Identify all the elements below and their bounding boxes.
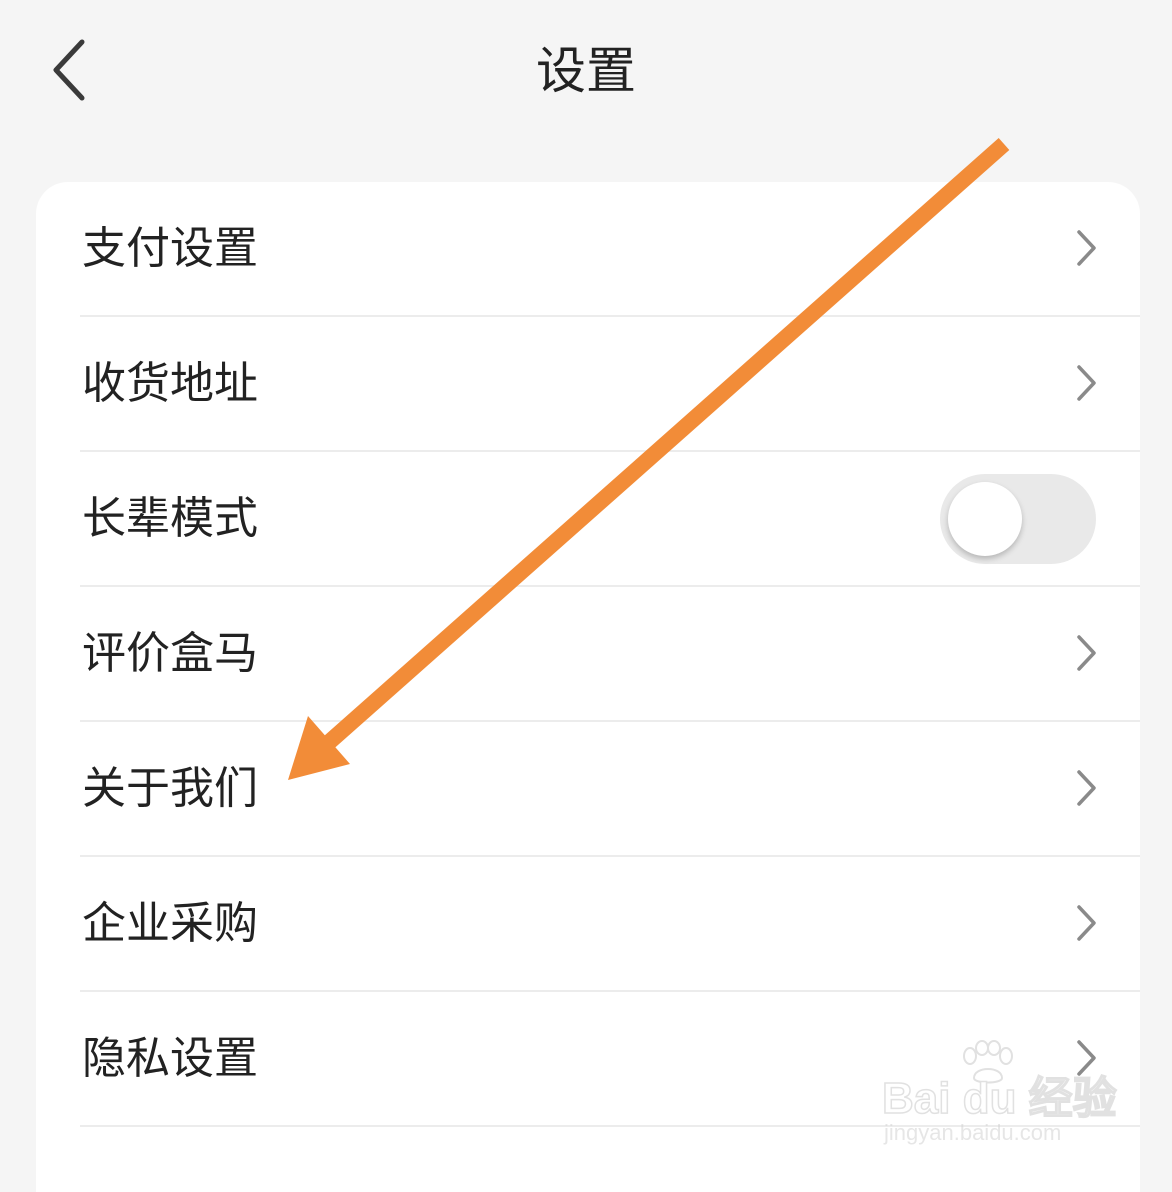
chevron-right-icon: [1074, 1038, 1098, 1078]
chevron-right-icon: [1074, 633, 1098, 673]
settings-item-address[interactable]: 收货地址: [36, 317, 1140, 452]
settings-list: 支付设置 收货地址 长辈模式 评价盒马 关于我们 企业采购 隐私设置: [36, 182, 1140, 1192]
toggle-knob: [948, 482, 1022, 556]
settings-item-enterprise-purchase[interactable]: 企业采购: [36, 857, 1140, 992]
top-navigation-bar: 设置: [0, 0, 1172, 150]
page-title: 设置: [536, 42, 636, 100]
elder-mode-toggle[interactable]: [940, 474, 1096, 564]
chevron-right-icon: [1074, 228, 1098, 268]
chevron-right-icon: [1074, 363, 1098, 403]
settings-item-label: 评价盒马: [82, 628, 258, 679]
settings-item-label: 关于我们: [82, 763, 258, 814]
settings-item-label: 隐私设置: [82, 1033, 258, 1084]
settings-item-rate-app[interactable]: 评价盒马: [36, 587, 1140, 722]
settings-item-payment[interactable]: 支付设置: [36, 182, 1140, 317]
settings-item-label: 企业采购: [82, 898, 258, 949]
settings-item-label: 支付设置: [82, 223, 258, 274]
chevron-right-icon: [1074, 903, 1098, 943]
settings-item-about-us[interactable]: 关于我们: [36, 722, 1140, 857]
divider: [80, 1125, 1140, 1127]
settings-item-label: 收货地址: [82, 358, 258, 409]
settings-item-label: 长辈模式: [82, 493, 258, 544]
settings-item-privacy[interactable]: 隐私设置: [36, 992, 1140, 1127]
chevron-right-icon: [1074, 768, 1098, 808]
